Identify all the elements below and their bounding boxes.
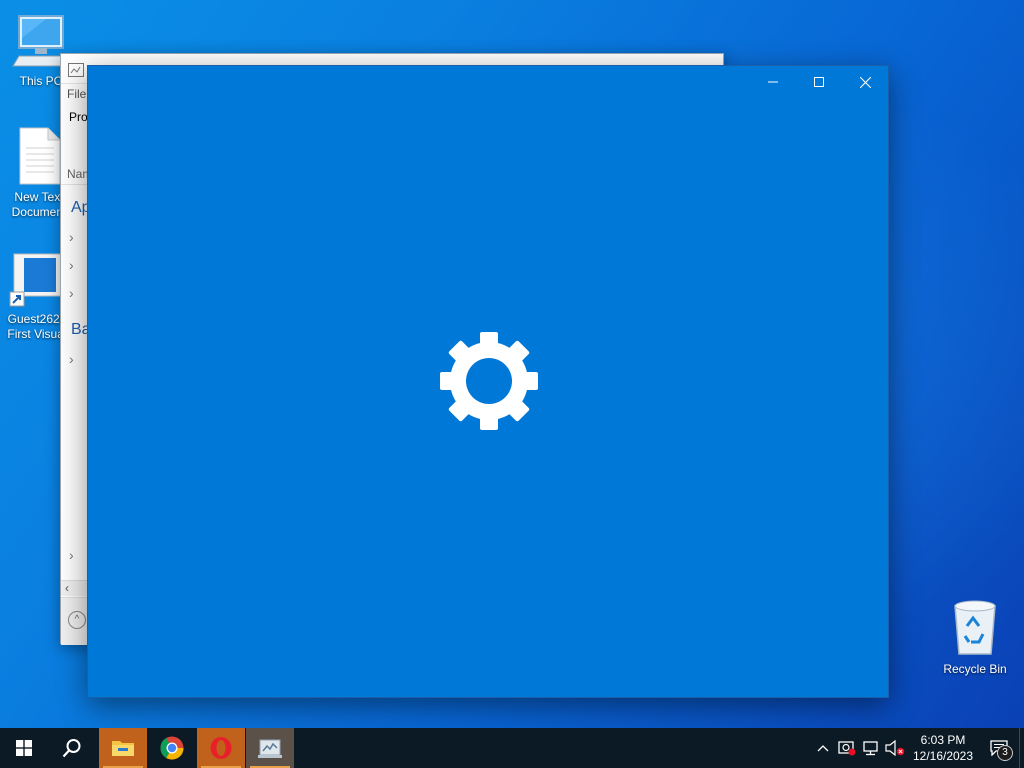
file-explorer-icon bbox=[112, 741, 134, 756]
start-button[interactable] bbox=[0, 728, 48, 768]
maximize-icon bbox=[814, 77, 824, 87]
recycle-bin-label: Recycle Bin bbox=[943, 662, 1007, 676]
chevron-up-icon bbox=[817, 745, 829, 752]
menu-file[interactable]: File bbox=[67, 87, 86, 101]
system-tray: 6:03 PM 12/16/2023 3 bbox=[811, 728, 1024, 768]
search-icon bbox=[62, 739, 81, 758]
taskbar-chrome[interactable] bbox=[148, 728, 196, 768]
chevron-right-icon[interactable]: › bbox=[69, 547, 74, 563]
notification-count-badge: 3 bbox=[997, 745, 1013, 761]
gear-icon bbox=[440, 332, 538, 430]
app-window-loading[interactable] bbox=[87, 65, 889, 698]
chevron-right-icon[interactable]: › bbox=[69, 229, 74, 245]
search-button[interactable] bbox=[48, 728, 96, 768]
close-icon bbox=[859, 76, 871, 88]
taskbar-file-explorer[interactable] bbox=[99, 728, 147, 768]
window-controls bbox=[750, 66, 888, 98]
volume-muted-icon bbox=[885, 740, 905, 756]
maximize-button[interactable] bbox=[796, 66, 842, 98]
window-app-icon bbox=[68, 63, 84, 77]
network-icon bbox=[863, 741, 878, 756]
app-shortcut-icon bbox=[9, 253, 65, 307]
tray-network[interactable] bbox=[859, 728, 883, 768]
taskbar-clock[interactable]: 6:03 PM 12/16/2023 bbox=[907, 732, 979, 764]
chevron-right-icon[interactable]: › bbox=[69, 285, 74, 301]
close-button[interactable] bbox=[842, 66, 888, 98]
tray-overflow-button[interactable] bbox=[811, 728, 835, 768]
collapse-circle-button[interactable]: ^ bbox=[68, 611, 86, 629]
tray-volume[interactable] bbox=[883, 728, 907, 768]
taskbar-control-panel[interactable] bbox=[246, 728, 294, 768]
chevron-right-icon[interactable]: › bbox=[69, 351, 74, 367]
chevron-right-icon[interactable]: › bbox=[69, 257, 74, 273]
tray-security[interactable] bbox=[835, 728, 859, 768]
clock-date: 12/16/2023 bbox=[912, 749, 974, 763]
show-desktop-button[interactable] bbox=[1019, 728, 1024, 768]
text-document-icon bbox=[19, 127, 61, 185]
windows-logo-icon bbox=[16, 740, 32, 756]
security-alert-icon bbox=[838, 741, 856, 756]
recycle-bin-icon bbox=[954, 600, 996, 655]
taskbar: 6:03 PM 12/16/2023 3 bbox=[0, 728, 1024, 768]
minimize-icon bbox=[768, 81, 778, 83]
control-panel-icon bbox=[258, 739, 282, 758]
opera-icon bbox=[210, 737, 232, 759]
chrome-icon bbox=[160, 736, 184, 760]
action-center-button[interactable]: 3 bbox=[979, 728, 1019, 768]
scroll-left-arrow-icon[interactable]: ‹ bbox=[65, 581, 69, 595]
clock-time: 6:03 PM bbox=[920, 733, 966, 747]
desktop-icon-recycle-bin[interactable]: Recycle Bin bbox=[940, 596, 1010, 676]
taskbar-opera[interactable] bbox=[197, 728, 245, 768]
minimize-button[interactable] bbox=[750, 66, 796, 98]
